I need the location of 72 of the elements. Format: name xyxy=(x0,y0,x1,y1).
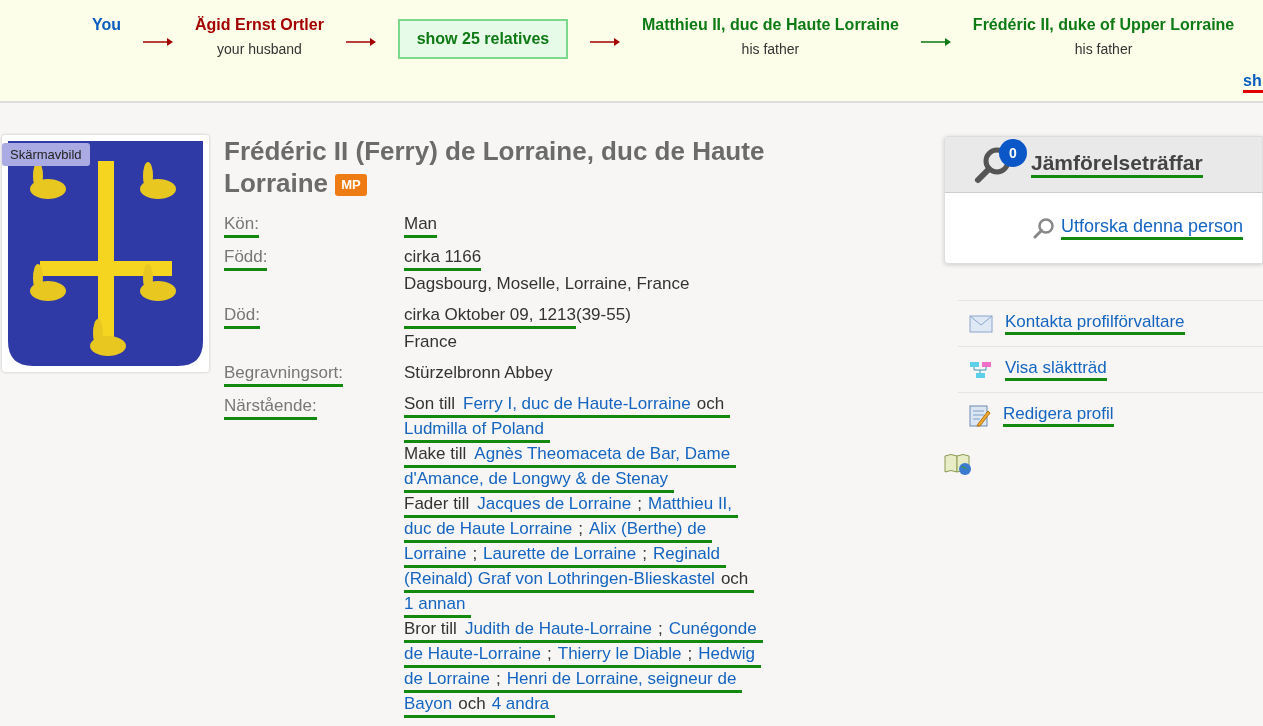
field-label: Född: xyxy=(224,244,268,271)
relative-link[interactable]: Ludmilla of Poland xyxy=(404,418,544,440)
relative-link[interactable]: Ferry I, duc de Haute-Lorraine xyxy=(463,393,691,415)
show-relatives-button[interactable]: show 25 relatives xyxy=(397,19,568,59)
relation-text: ; xyxy=(658,618,663,640)
relation-text: och xyxy=(458,693,486,715)
relative-link[interactable]: de Haute-Lorraine xyxy=(404,643,542,665)
relation-text: ; xyxy=(472,543,478,565)
mp-badge: MP xyxy=(335,174,367,196)
relation-text: ; xyxy=(687,643,693,665)
field-value: Stürzelbronn Abbey xyxy=(404,362,553,384)
image-label: Skärmavbild xyxy=(2,143,90,166)
relative-link[interactable]: (Reinald) Graf von Lothringen-Blieskastel xyxy=(404,568,715,590)
relative-link[interactable]: 1 annan xyxy=(404,593,466,615)
relation-label: your husband xyxy=(217,41,302,57)
edit-form-icon xyxy=(969,404,991,427)
field-label: Närstående: xyxy=(224,393,317,420)
relative-link[interactable]: Henri de Lorraine, seigneur de xyxy=(506,668,737,690)
relation-text: ; xyxy=(637,493,642,515)
relation-text: och xyxy=(696,393,725,415)
relation-text: Son till xyxy=(404,393,456,415)
relative-link[interactable]: Hedwig xyxy=(698,643,755,665)
field-label: Begravningsort: xyxy=(224,360,344,387)
person-link[interactable]: Ägid Ernst Ortler xyxy=(195,16,324,34)
relation-text: ; xyxy=(496,668,501,690)
relative-link[interactable]: Matthieu II, xyxy=(647,493,733,515)
field-value: cirka Oktober 09, 1213 xyxy=(404,304,576,329)
relative-link[interactable]: Cunégonde xyxy=(668,618,757,640)
relation-text: ; xyxy=(547,643,552,665)
relative-link[interactable]: Jacques de Lorraine xyxy=(477,493,632,515)
relative-link[interactable]: Lorraine xyxy=(404,543,467,565)
relative-link[interactable]: Alix (Berthe) de xyxy=(588,518,707,540)
profile-name: Frédéric II (Ferry) de Lorraine, duc de Haute Lorraine MP xyxy=(224,135,766,199)
relative-link[interactable]: Reginald xyxy=(652,543,721,565)
count-badge: 0 xyxy=(999,138,1027,167)
relation-label: his father xyxy=(741,41,800,57)
relation-text: Make till xyxy=(404,443,467,465)
relative-link[interactable]: Laurette de Lorraine xyxy=(483,543,637,565)
relative-link[interactable]: Bayon xyxy=(404,693,453,715)
person-link[interactable]: You xyxy=(92,16,122,34)
relative-link[interactable]: d'Amance, de Longwy & de Stenay xyxy=(404,468,669,490)
relative-link[interactable]: Thierry le Diable xyxy=(557,643,682,665)
field-value: France xyxy=(404,331,457,353)
explore-link[interactable]: Utforska denna person xyxy=(1061,216,1244,240)
show-link[interactable]: sh xyxy=(1243,72,1263,93)
person-link[interactable]: Frédéric II, duke of Upper Lorraine xyxy=(972,16,1235,34)
action-link[interactable]: Visa släktträd xyxy=(1005,358,1107,381)
field-label: Kön: xyxy=(224,211,259,238)
relation-text: ; xyxy=(578,518,583,540)
search-icon xyxy=(1033,217,1055,239)
field-value: cirka 1166 xyxy=(404,246,482,271)
relation-label: his father xyxy=(1074,41,1133,57)
action-link[interactable]: Kontakta profilförvaltare xyxy=(1005,312,1185,335)
field-value: (39-55) xyxy=(576,304,631,326)
book-globe-icon[interactable] xyxy=(944,452,972,476)
relative-link[interactable]: 4 andra xyxy=(491,693,550,715)
family-tree-icon xyxy=(969,360,993,379)
envelope-icon xyxy=(969,314,993,333)
relative-link[interactable]: de Lorraine xyxy=(404,668,490,690)
relation-text: Fader till xyxy=(404,493,470,515)
relation-text: Bror till xyxy=(404,618,457,640)
field-value: Man xyxy=(404,213,438,238)
field-value: Dagsbourg, Moselle, Lorraine, France xyxy=(404,273,690,295)
relation-text: ; xyxy=(642,543,647,565)
person-link[interactable]: Matthieu II, duc de Haute Lorraine xyxy=(641,16,899,34)
action-link[interactable]: Redigera profil xyxy=(1003,404,1114,427)
relative-link[interactable]: duc de Haute Lorraine xyxy=(404,518,573,540)
card-title: Jämförelseträffar xyxy=(1031,151,1203,178)
relation-text: och xyxy=(720,568,749,590)
field-label: Död: xyxy=(224,302,260,329)
relative-link[interactable]: Agnès Theomaceta de Bar, Dame xyxy=(474,443,731,465)
relative-link[interactable]: Judith de Haute-Lorraine xyxy=(464,618,653,640)
